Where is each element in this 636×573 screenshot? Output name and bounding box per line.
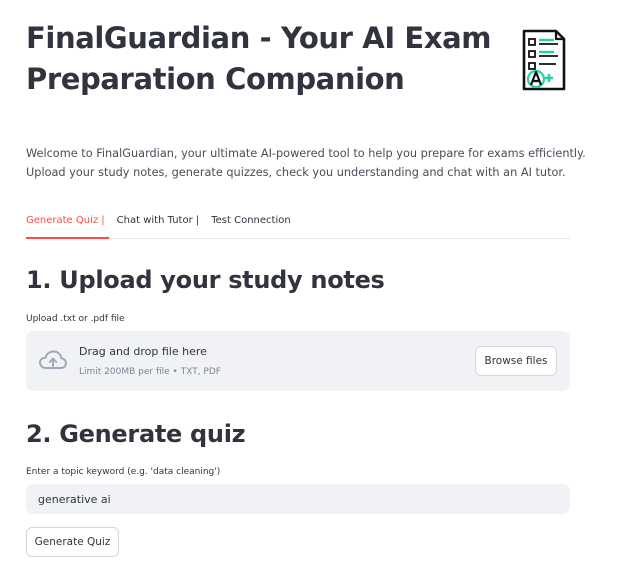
tab-bar: Generate Quiz | Chat with Tutor | Test C…: [26, 212, 570, 239]
topic-field-label: Enter a topic keyword (e.g. 'data cleani…: [26, 467, 221, 477]
page-title: FinalGuardian - Your AI Exam Preparation…: [26, 21, 492, 96]
app-page: FinalGuardian - Your AI Exam Preparation…: [0, 0, 636, 573]
cloud-upload-icon: [38, 350, 68, 369]
upload-field-label: Upload .txt or .pdf file: [26, 314, 125, 324]
intro-text: Welcome to FinalGuardian, your ultimate …: [26, 147, 586, 179]
quiz-section-heading: 2. Generate quiz: [26, 420, 246, 448]
file-dropzone[interactable]: Drag and drop file here Limit 200MB per …: [26, 331, 570, 391]
topic-keyword-input[interactable]: [26, 484, 570, 514]
exam-grade-a-plus-icon: [522, 29, 566, 91]
dropzone-limit-hint: Limit 200MB per file • TXT, PDF: [79, 367, 221, 377]
tab-chat-with-tutor[interactable]: Chat with Tutor |: [117, 212, 204, 238]
upload-section-heading: 1. Upload your study notes: [26, 266, 385, 294]
dropzone-instruction: Drag and drop file here: [79, 345, 207, 358]
tab-generate-quiz[interactable]: Generate Quiz |: [26, 212, 109, 239]
generate-quiz-button[interactable]: Generate Quiz: [26, 527, 119, 557]
browse-files-button[interactable]: Browse files: [475, 346, 557, 376]
tab-test-connection[interactable]: Test Connection: [211, 212, 294, 238]
